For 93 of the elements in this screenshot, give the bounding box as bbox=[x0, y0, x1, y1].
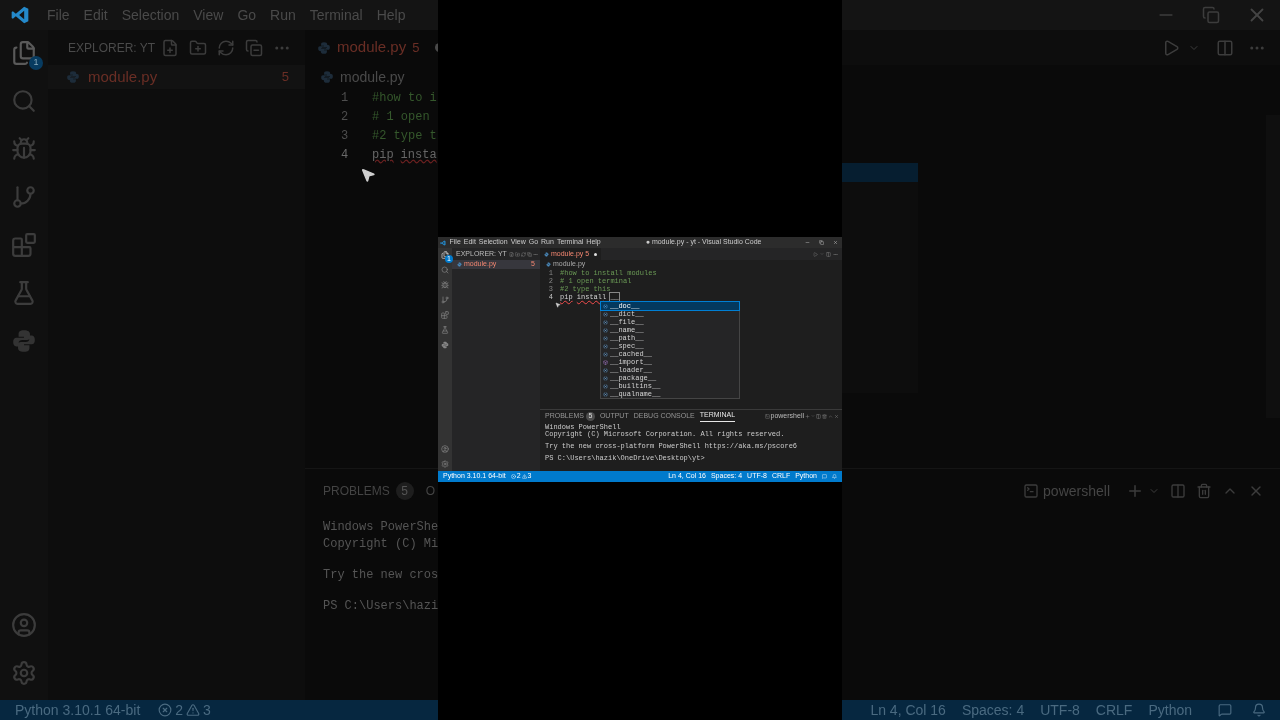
search-icon[interactable] bbox=[11, 88, 37, 114]
settings-icon[interactable] bbox=[11, 660, 37, 686]
new-file-icon[interactable] bbox=[161, 38, 179, 57]
variable-icon bbox=[603, 303, 608, 309]
settings-icon[interactable] bbox=[441, 460, 449, 468]
run-debug-icon[interactable] bbox=[11, 136, 37, 162]
close-icon[interactable] bbox=[834, 413, 839, 419]
source-control-icon[interactable] bbox=[11, 184, 37, 210]
bell-icon[interactable] bbox=[1252, 703, 1266, 717]
app-logo-icon bbox=[440, 239, 446, 246]
refresh-icon[interactable] bbox=[521, 251, 526, 257]
new-folder-icon[interactable] bbox=[515, 251, 520, 257]
run-icon[interactable] bbox=[1162, 38, 1180, 57]
code-text: insta bbox=[400, 147, 437, 164]
account-icon[interactable] bbox=[441, 445, 449, 453]
cube-icon bbox=[603, 359, 608, 365]
error-icon bbox=[158, 703, 173, 717]
code-text: #2 type t bbox=[372, 128, 437, 145]
variable-icon bbox=[603, 391, 608, 397]
flask-icon[interactable] bbox=[441, 326, 449, 334]
explorer-icon[interactable] bbox=[441, 251, 449, 259]
trash-icon[interactable] bbox=[822, 413, 827, 419]
collapse-icon[interactable] bbox=[245, 38, 263, 57]
account-icon[interactable] bbox=[11, 612, 37, 638]
line-number: 3 bbox=[340, 128, 350, 145]
run-debug-icon[interactable] bbox=[441, 281, 449, 289]
search-icon[interactable] bbox=[441, 266, 449, 274]
collapse-icon[interactable] bbox=[527, 251, 532, 257]
variable-icon bbox=[603, 351, 608, 357]
warning-icon bbox=[186, 703, 201, 717]
line-number: 1 bbox=[340, 90, 350, 107]
add-icon[interactable] bbox=[1126, 482, 1144, 500]
extensions-icon[interactable] bbox=[441, 311, 449, 319]
app-logo-icon bbox=[10, 5, 30, 25]
variable-icon bbox=[603, 319, 608, 325]
problem-count: 5 bbox=[412, 38, 420, 57]
variable-icon bbox=[603, 335, 608, 341]
problems-status[interactable]: 2 3 bbox=[158, 699, 211, 720]
status-item[interactable]: Python bbox=[1148, 699, 1192, 720]
more-icon[interactable] bbox=[533, 251, 538, 257]
new-folder-icon[interactable] bbox=[189, 38, 207, 57]
sidebar-title: EXPLORER: YT bbox=[68, 39, 156, 57]
restore-icon[interactable] bbox=[819, 240, 824, 245]
chevron-up-icon[interactable] bbox=[828, 413, 833, 419]
source-control-icon[interactable] bbox=[441, 296, 449, 304]
variable-icon bbox=[603, 343, 608, 349]
mouse-pointer-icon bbox=[555, 302, 561, 308]
code-text: pip bbox=[372, 147, 394, 164]
extensions-icon[interactable] bbox=[11, 232, 37, 258]
code-text: # 1 open bbox=[372, 109, 430, 126]
notification-badge: 1 bbox=[29, 56, 43, 70]
flask-icon[interactable] bbox=[11, 280, 37, 306]
explorer-icon[interactable] bbox=[11, 40, 37, 66]
variable-icon bbox=[603, 375, 608, 381]
problem-count: 5 bbox=[281, 68, 289, 87]
error-icon bbox=[510, 474, 516, 479]
mouse-pointer-icon bbox=[360, 167, 376, 183]
feedback-icon[interactable] bbox=[1218, 703, 1232, 717]
minimize-icon[interactable] bbox=[805, 240, 810, 245]
split-editor-icon[interactable] bbox=[1216, 38, 1234, 57]
variable-icon bbox=[603, 327, 608, 333]
tab-label: module.py bbox=[337, 37, 407, 58]
trash-icon[interactable] bbox=[1196, 483, 1212, 499]
terminal-line: Copyright (C) Mi bbox=[323, 536, 438, 553]
terminal-icon bbox=[1023, 483, 1040, 499]
variable-icon bbox=[603, 311, 608, 317]
variable-icon bbox=[603, 367, 608, 373]
restore-icon[interactable] bbox=[1202, 6, 1220, 24]
split-terminal-icon[interactable] bbox=[816, 413, 821, 419]
more-icon[interactable] bbox=[833, 251, 838, 257]
status-item[interactable]: UTF-8 bbox=[1040, 699, 1080, 720]
warning-icon bbox=[521, 474, 527, 479]
status-item[interactable]: CRLF bbox=[1095, 699, 1133, 720]
run-icon[interactable] bbox=[813, 251, 818, 257]
split-editor-icon[interactable] bbox=[826, 251, 831, 257]
refresh-icon[interactable] bbox=[217, 38, 235, 57]
file-name: module.py bbox=[88, 66, 159, 87]
add-icon[interactable] bbox=[805, 413, 810, 419]
line-number: 2 bbox=[340, 109, 350, 126]
terminal-line: Windows PowerShe bbox=[323, 519, 438, 536]
close-icon[interactable] bbox=[833, 240, 838, 245]
split-terminal-icon[interactable] bbox=[1170, 483, 1186, 499]
variable-icon bbox=[603, 383, 608, 389]
code-text: #how to i bbox=[372, 90, 437, 107]
new-file-icon[interactable] bbox=[509, 251, 514, 257]
line-number: 4 bbox=[340, 147, 350, 164]
terminal-icon bbox=[764, 413, 770, 419]
terminal-line: PS C:\Users\hazi bbox=[323, 598, 438, 615]
terminal-line: Try the new cros bbox=[323, 567, 438, 584]
bell-icon[interactable] bbox=[832, 474, 837, 479]
status-item[interactable]: Spaces: 4 bbox=[961, 699, 1025, 720]
interpreter-status[interactable]: Python 3.10.1 64-bit bbox=[15, 699, 141, 720]
status-item[interactable]: Ln 4, Col 16 bbox=[870, 699, 946, 720]
